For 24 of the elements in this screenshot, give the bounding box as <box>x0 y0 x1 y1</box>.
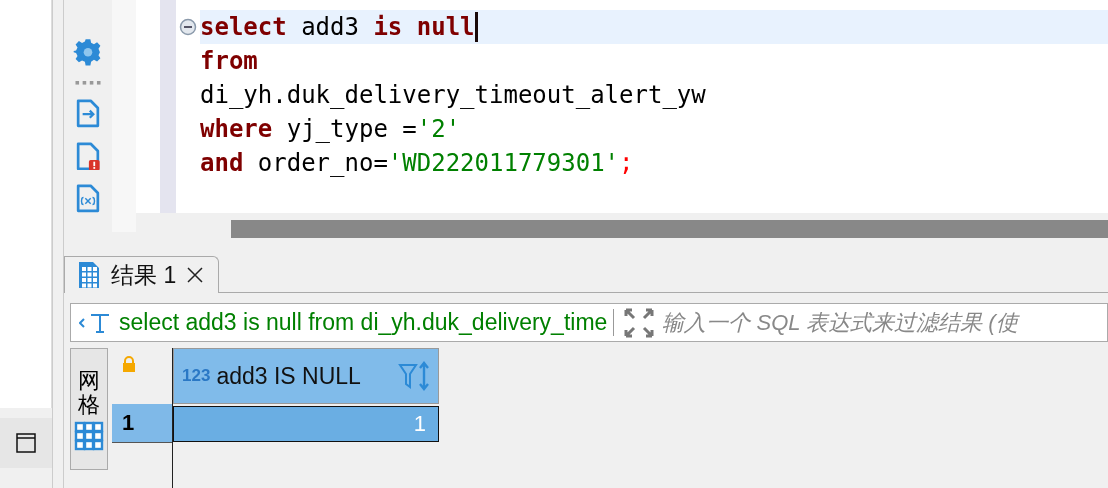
grid-side-tab[interactable]: 网格 <box>70 348 108 470</box>
file-variable-icon[interactable] <box>75 184 101 213</box>
result-tab[interactable]: 结果 1 <box>64 255 220 294</box>
column-header[interactable]: 123 add3 IS NULL <box>173 348 439 404</box>
scrollbar-thumb[interactable] <box>231 219 1108 238</box>
file-export-icon[interactable] <box>75 99 101 128</box>
code-line: from <box>200 46 259 77</box>
table-icon <box>77 260 101 291</box>
code-line: where yj_type ='2' <box>200 114 462 145</box>
drag-handle-icon <box>74 80 102 86</box>
filter-field[interactable]: select add3 is null from di_yh.duk_delivery_time 输入一个 SQL 表达式来过滤结果 (使 <box>70 303 1108 342</box>
close-icon[interactable] <box>186 266 205 285</box>
query-text: select add3 is null from di_yh.duk_delivery_time <box>113 309 615 337</box>
expand-icon[interactable] <box>624 307 655 338</box>
table-cell: 1 <box>173 406 439 442</box>
row-number: 1 <box>112 404 172 443</box>
file-error-icon[interactable] <box>75 141 101 171</box>
window-icon[interactable] <box>16 433 36 453</box>
code-line: di_yh.duk_delivery_timeout_alert_yw <box>200 80 707 111</box>
code-line: and order_no='WD222011779301'; <box>200 148 635 179</box>
grid-icon <box>74 421 104 452</box>
filter-placeholder: 输入一个 SQL 表达式来过滤结果 (使 <box>662 308 1018 337</box>
lock-icon <box>122 356 136 372</box>
collapse-icon[interactable] <box>179 18 197 36</box>
